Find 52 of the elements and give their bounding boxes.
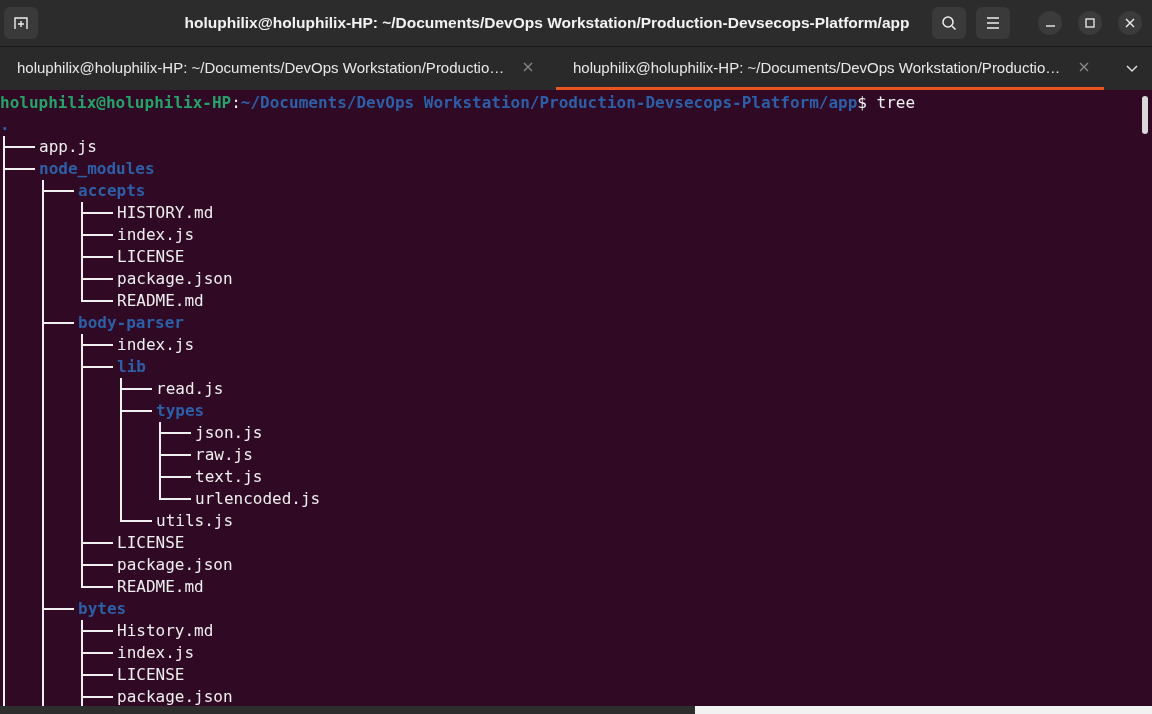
file-name: README.md [117,576,204,598]
file-name: package.json [117,686,233,706]
file-name: urlencoded.js [195,488,321,510]
window-title: holuphilix@holuphilix-HP: ~/Documents/DevOps Workstation/Production-Devsecops-Platform/app [183,14,911,32]
file-name: text.js [195,466,263,488]
prompt-path: ~/Documents/DevOps Workstation/Production-Devsecops-Platform/app [240,92,858,114]
close-icon [1125,18,1135,28]
file-name: History.md [117,620,214,642]
file-name: index.js [117,642,195,664]
close-icon [523,62,533,72]
minimize-button[interactable] [1038,11,1062,35]
close-icon [1079,62,1089,72]
file-name: app.js [39,136,97,158]
directory-name: lib [117,356,146,378]
file-name: read.js [156,378,224,400]
command-text: tree [876,92,916,114]
directory-name: . [0,114,10,136]
directory-name: body-parser [78,312,184,334]
file-name: README.md [117,290,204,312]
file-name: package.json [117,554,233,576]
file-name: LICENSE [117,246,185,268]
menu-button[interactable] [976,7,1010,39]
prompt-separator: : [231,92,241,114]
new-tab-button[interactable] [4,7,38,39]
terminal-tab[interactable]: holuphilix@holuphilix-HP: ~/Documents/DevOps Workstation/Productio… [0,47,548,90]
chevron-down-icon [1126,64,1138,73]
file-name: index.js [117,334,195,356]
new-tab-icon [13,15,29,31]
directory-name: node_modules [39,158,155,180]
directory-name: bytes [78,598,127,620]
prompt-symbol: $ [857,92,867,114]
tab-label: holuphilix@holuphilix-HP: ~/Documents/DevOps Workstation/Productio… [17,58,506,76]
maximize-icon [1085,18,1095,28]
minimize-icon [1045,25,1055,27]
file-name: raw.js [195,444,253,466]
file-name: index.js [117,224,195,246]
prompt-user-host: holuphilix@holuphilix-HP [0,92,232,114]
menu-icon [986,17,1000,29]
directory-name: accepts [78,180,146,202]
file-name: LICENSE [117,664,185,686]
tab-label: holuphilix@holuphilix-HP: ~/Documents/DevOps Workstation/Productio… [573,58,1062,76]
file-name: HISTORY.md [117,202,214,224]
close-button[interactable] [1118,11,1142,35]
file-name: json.js [195,422,263,444]
directory-name: types [156,400,205,422]
file-name: LICENSE [117,532,185,554]
search-icon [941,15,957,31]
scrollbar-thumb[interactable] [1142,96,1148,134]
file-name: utils.js [156,510,234,532]
file-name: package.json [117,268,233,290]
search-button[interactable] [932,7,966,39]
maximize-button[interactable] [1078,11,1102,35]
